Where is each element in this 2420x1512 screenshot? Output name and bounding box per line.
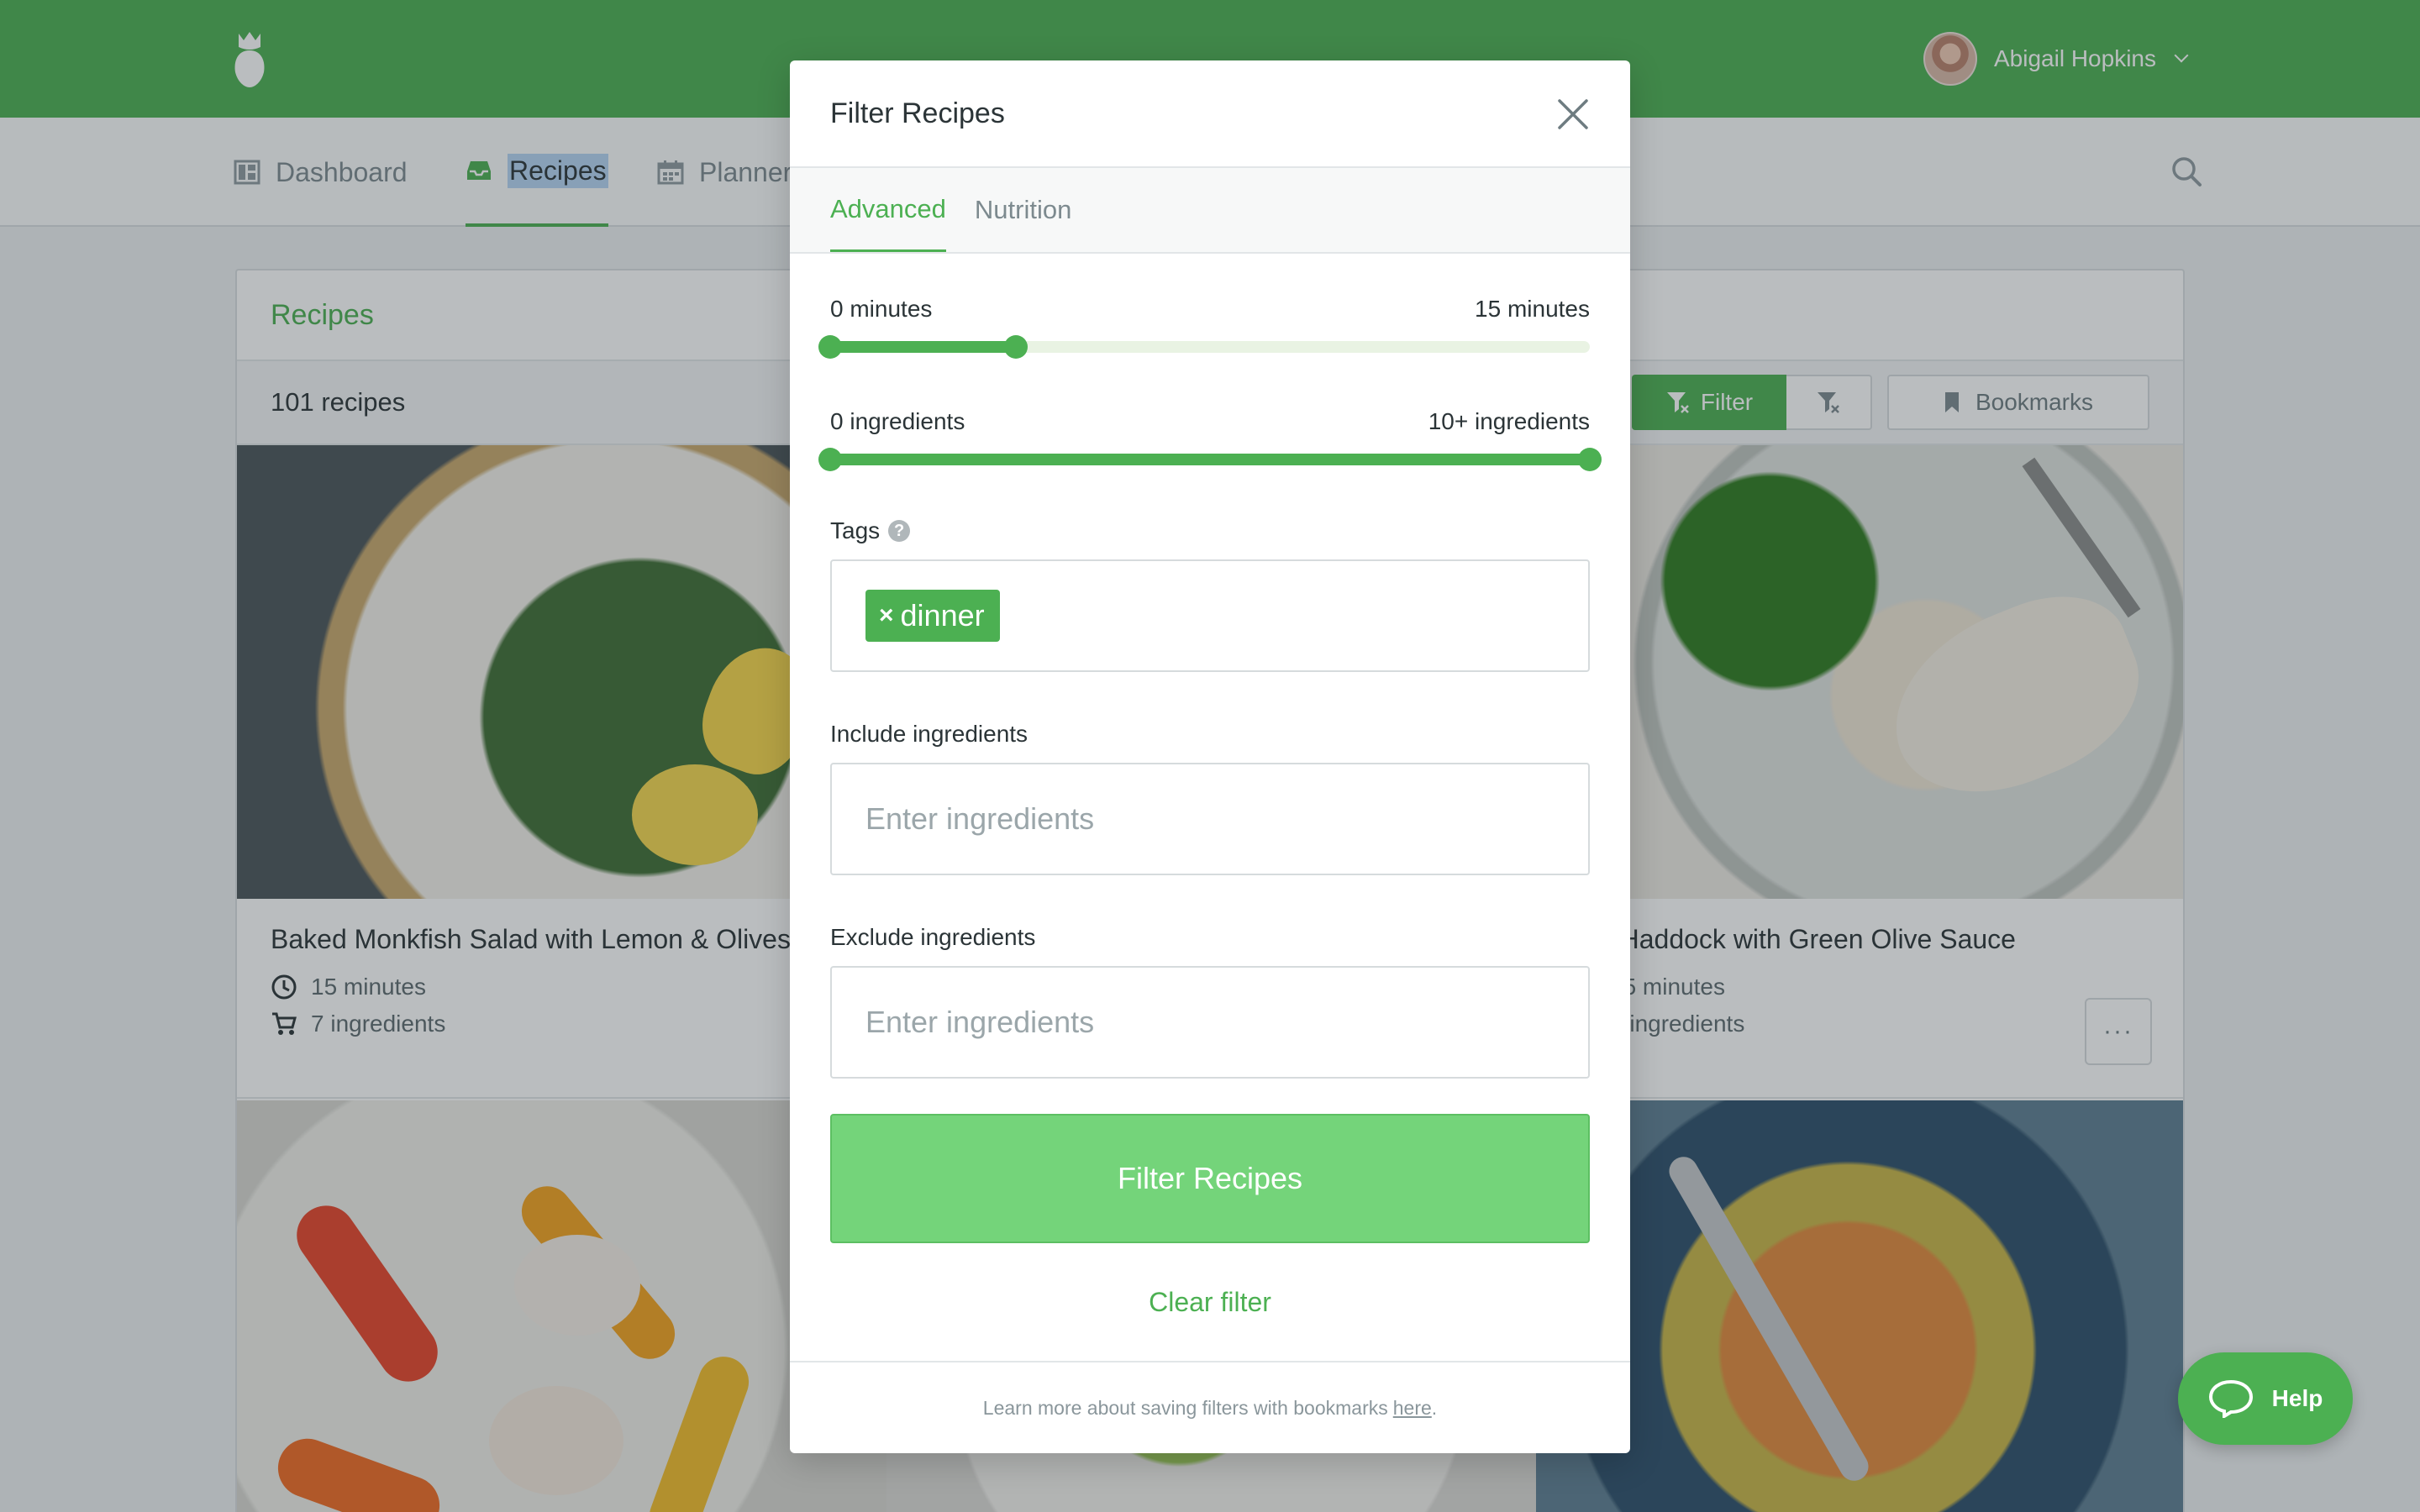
- tag-label: dinner: [900, 598, 985, 633]
- close-icon[interactable]: [1553, 94, 1593, 134]
- help-label: Help: [2271, 1385, 2323, 1411]
- exclude-ingredients-input[interactable]: [830, 966, 1590, 1079]
- ingredient-range-labels: 0 ingredients 10+ ingredients: [830, 408, 1590, 435]
- modal-header: Filter Recipes: [790, 60, 1630, 168]
- filter-modal: Filter Recipes Advanced Nutrition 0 minu…: [790, 60, 1630, 1453]
- include-ingredients-section: Include ingredients: [830, 721, 1590, 875]
- tags-input[interactable]: × dinner: [830, 559, 1590, 672]
- help-button[interactable]: Help: [2178, 1352, 2353, 1445]
- tab-advanced[interactable]: Advanced: [830, 168, 946, 252]
- tags-section: Tags ? × dinner: [830, 517, 1590, 672]
- ingredient-range-slider: 0 ingredients 10+ ingredients: [818, 408, 1602, 471]
- footer-here-link[interactable]: here: [1393, 1397, 1432, 1420]
- tags-label-text: Tags: [830, 517, 881, 543]
- ingredient-max-label: 10+ ingredients: [1428, 408, 1590, 434]
- time-slider-fill: [830, 341, 1017, 353]
- include-label: Include ingredients: [830, 721, 1028, 747]
- modal-footer: Learn more about saving filters with boo…: [790, 1361, 1630, 1453]
- exclude-label: Exclude ingredients: [830, 924, 1036, 950]
- clear-filter-link[interactable]: Clear filter: [790, 1287, 1630, 1318]
- include-ingredients-input[interactable]: [830, 763, 1590, 875]
- remove-tag-icon[interactable]: ×: [879, 601, 894, 630]
- tags-label: Tags ?: [830, 517, 1590, 544]
- ingredient-slider-track[interactable]: [818, 448, 1602, 471]
- question-icon[interactable]: ?: [888, 520, 911, 542]
- filter-recipes-button[interactable]: Filter Recipes: [830, 1114, 1590, 1243]
- time-slider-max-handle[interactable]: [1004, 335, 1028, 359]
- ingredient-min-label: 0 ingredients: [830, 408, 965, 434]
- time-range-labels: 0 minutes 15 minutes: [830, 296, 1590, 323]
- exclude-ingredients-section: Exclude ingredients: [830, 924, 1590, 1079]
- ingredient-slider-min-handle[interactable]: [818, 448, 842, 471]
- time-slider-min-handle[interactable]: [818, 335, 842, 359]
- footer-period: .: [1431, 1396, 1438, 1419]
- chat-bubble-icon: [2208, 1379, 2253, 1418]
- time-range-slider: 0 minutes 15 minutes: [818, 296, 1590, 359]
- footer-text: Learn more about saving filters with boo…: [982, 1396, 1388, 1419]
- modal-title: Filter Recipes: [830, 97, 1005, 129]
- tab-nutrition[interactable]: Nutrition: [975, 168, 1071, 252]
- modal-tabs: Advanced Nutrition: [790, 168, 1630, 254]
- tag-chip[interactable]: × dinner: [865, 590, 1000, 642]
- ingredient-slider-max-handle[interactable]: [1578, 448, 1602, 471]
- time-min-label: 0 minutes: [830, 296, 933, 322]
- time-max-label: 15 minutes: [1475, 296, 1590, 322]
- time-slider-track[interactable]: [818, 335, 1590, 359]
- ingredient-slider-fill: [830, 454, 1590, 465]
